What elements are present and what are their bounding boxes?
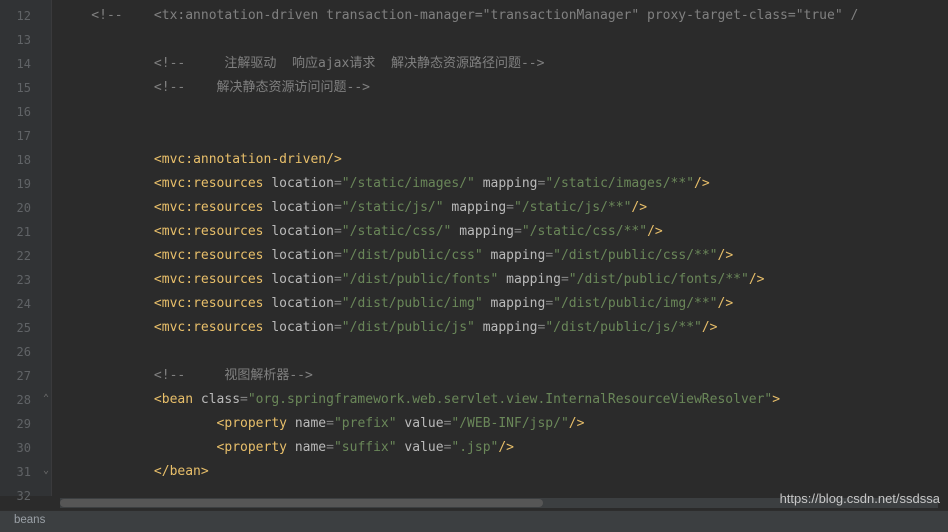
line-number: 19 (0, 172, 51, 196)
line-number: 29 (0, 412, 51, 436)
code-line[interactable] (52, 100, 948, 124)
line-number: 15 (0, 76, 51, 100)
line-number: 18 (0, 148, 51, 172)
line-number: 21 (0, 220, 51, 244)
scroll-thumb[interactable] (60, 499, 543, 507)
line-number: 12 (0, 4, 51, 28)
code-line[interactable]: <mvc:resources location="/dist/public/js… (52, 316, 948, 340)
code-line[interactable] (52, 124, 948, 148)
line-number: 27 (0, 364, 51, 388)
code-line[interactable] (52, 28, 948, 52)
code-line[interactable]: <!-- 解决静态资源访问问题--> (52, 76, 948, 100)
line-number: 32 (0, 484, 51, 508)
code-area[interactable]: <!-- <tx:annotation-driven transaction-m… (52, 0, 948, 496)
code-line[interactable]: <!-- 注解驱动 响应ajax请求 解决静态资源路径问题--> (52, 52, 948, 76)
line-number: 30 (0, 436, 51, 460)
code-line[interactable]: <mvc:annotation-driven/> (52, 148, 948, 172)
code-line[interactable]: <mvc:resources location="/static/js/" ma… (52, 196, 948, 220)
code-line[interactable]: <mvc:resources location="/dist/public/cs… (52, 244, 948, 268)
fold-marker-icon[interactable]: ⌃ (39, 394, 49, 404)
breadcrumb-item[interactable]: beans (14, 514, 45, 526)
line-number: 22 (0, 244, 51, 268)
line-number: 31⌄ (0, 460, 51, 484)
code-line[interactable]: <!-- 视图解析器--> (52, 364, 948, 388)
watermark-text: https://blog.csdn.net/ssdssa (780, 491, 940, 506)
breadcrumb-bar[interactable]: beans (0, 510, 948, 532)
line-number: 26 (0, 340, 51, 364)
code-editor[interactable]: 1213141516171819202122232425262728⌃29303… (0, 0, 948, 496)
code-line[interactable]: <!-- <tx:annotation-driven transaction-m… (52, 4, 948, 28)
line-number: 28⌃ (0, 388, 51, 412)
code-line[interactable]: <mvc:resources location="/static/images/… (52, 172, 948, 196)
code-line[interactable]: <mvc:resources location="/static/css/" m… (52, 220, 948, 244)
code-line[interactable]: <property name="prefix" value="/WEB-INF/… (52, 412, 948, 436)
line-number: 25 (0, 316, 51, 340)
line-number: 13 (0, 28, 51, 52)
line-number-gutter: 1213141516171819202122232425262728⌃29303… (0, 0, 52, 496)
fold-marker-icon[interactable]: ⌄ (39, 466, 49, 476)
line-number: 16 (0, 100, 51, 124)
line-number: 14 (0, 52, 51, 76)
line-number: 24 (0, 292, 51, 316)
code-line[interactable] (52, 340, 948, 364)
code-line[interactable]: <property name="suffix" value=".jsp"/> (52, 436, 948, 460)
code-line[interactable]: <mvc:resources location="/dist/public/fo… (52, 268, 948, 292)
code-line[interactable]: <bean class="org.springframework.web.ser… (52, 388, 948, 412)
line-number: 20 (0, 196, 51, 220)
line-number: 23 (0, 268, 51, 292)
code-line[interactable]: <mvc:resources location="/dist/public/im… (52, 292, 948, 316)
line-number: 17 (0, 124, 51, 148)
code-line[interactable]: </bean> (52, 460, 948, 484)
